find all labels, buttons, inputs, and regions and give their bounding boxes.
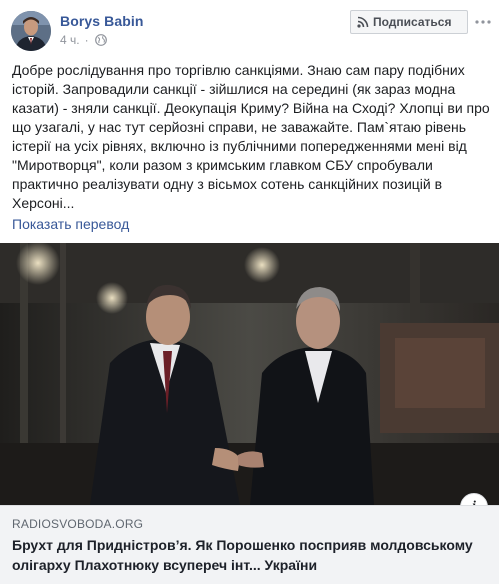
- ellipsis-icon[interactable]: [475, 14, 491, 30]
- subscribe-label: Подписаться: [373, 15, 452, 29]
- link-domain: RADIOSVOBODA.ORG: [12, 517, 144, 531]
- meta-separator: ·: [84, 33, 89, 47]
- see-translation-link[interactable]: Показать перевод: [12, 216, 129, 232]
- post-meta: 4 ч. ·: [60, 33, 107, 47]
- link-headline[interactable]: Брухт для Придністров’я. Як Порошенко по…: [12, 535, 490, 575]
- author-name[interactable]: Borys Babin: [60, 13, 144, 29]
- globe-icon[interactable]: [94, 34, 107, 46]
- post-timestamp[interactable]: 4 ч.: [60, 33, 80, 47]
- post-text: Добре рослідування про торгівлю санкціям…: [12, 62, 490, 211]
- link-preview-image[interactable]: [0, 243, 499, 505]
- subscribe-button[interactable]: Подписаться: [350, 10, 468, 34]
- link-preview[interactable]: i RADIOSVOBODA.ORG Брухт для Придністров…: [0, 243, 499, 584]
- link-caption[interactable]: RADIOSVOBODA.ORG Брухт для Придністров’я…: [0, 505, 499, 584]
- author-avatar[interactable]: [11, 11, 51, 51]
- rss-icon: [357, 16, 369, 28]
- post-header: Borys Babin 4 ч. · Подписаться: [0, 0, 499, 56]
